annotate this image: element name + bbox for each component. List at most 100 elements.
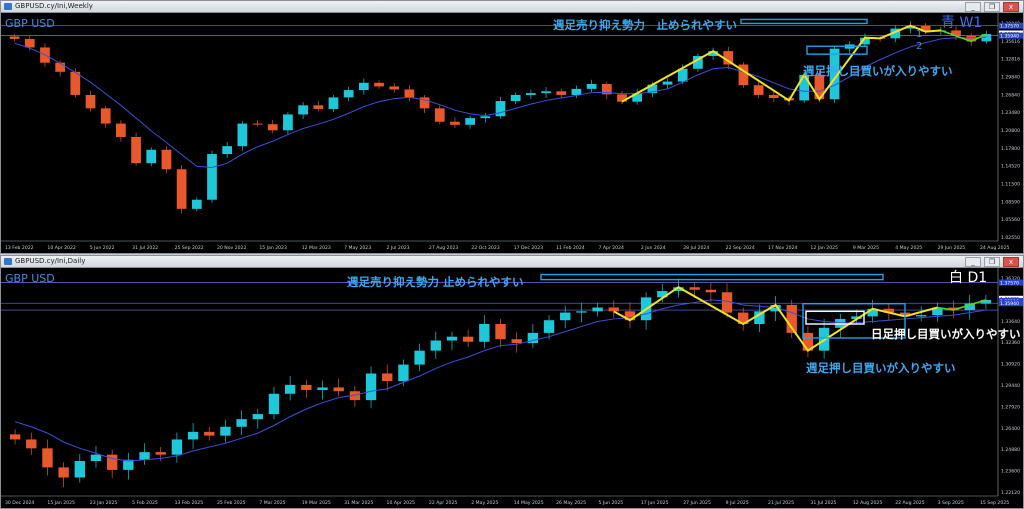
candle-body — [404, 89, 415, 98]
restore-button[interactable]: ❐ — [984, 2, 1000, 12]
x-tick-label: 31 Mar 2025 — [344, 500, 373, 506]
title-bar[interactable]: GBPUSD.cy/Ini,Weekly _ ❐ x — [1, 1, 1023, 13]
candle-body — [146, 149, 157, 164]
y-tick-label: 1.30920 — [1001, 362, 1020, 368]
support-zone-label: 週足押し目買いが入りやすい — [803, 64, 953, 78]
y-tick-label: 1.23600 — [1001, 469, 1020, 475]
candle-body — [495, 101, 506, 117]
candle-body — [510, 94, 521, 102]
y-tick-label: 1.35616 — [1001, 39, 1020, 45]
candle-body — [768, 94, 779, 99]
x-tick-label: 5 Jun 2025 — [598, 500, 623, 506]
candle-body — [236, 419, 247, 427]
candle-body — [916, 315, 927, 317]
candle-body — [446, 336, 458, 341]
candle-body — [298, 105, 308, 115]
candle-body — [382, 373, 393, 382]
resistance-zone-label: 週足売り抑え勢力 止められやすい — [347, 275, 524, 289]
candle-body — [252, 414, 263, 420]
daily-support-label: 日足押し目買いが入りやすい — [871, 327, 1021, 341]
x-tick-label: 29 Jun 2025 — [938, 245, 966, 251]
resistance-zone — [540, 273, 884, 281]
candle-body — [753, 85, 764, 95]
x-tick-label: 30 Dec 2024 — [5, 500, 34, 506]
symbol-label: GBP USD — [5, 272, 55, 285]
candle-body — [495, 324, 506, 340]
daily-price-plot[interactable]: 1.363201.348801.336401.323601.309201.294… — [1, 268, 1023, 508]
zigzag-recent-line — [937, 299, 987, 311]
x-tick-label: 12 Mar 2023 — [302, 245, 331, 251]
timeframe-label: 青 W1 — [941, 15, 982, 31]
resistance-zone-label: 週足売り抑え勢力 止められやすい — [553, 18, 737, 32]
y-tick-label: 1.22120 — [1001, 490, 1020, 496]
x-tick-label: 26 May 2025 — [556, 500, 586, 506]
candle-body — [462, 336, 474, 342]
x-tick-label: 17 Jun 2025 — [641, 500, 669, 506]
x-tick-label: 7 May 2023 — [344, 245, 371, 251]
candle-body — [450, 121, 460, 125]
y-tick-label: 1.33640 — [1001, 319, 1020, 325]
candle-body — [90, 454, 102, 462]
window-title: GBPUSD.cy/Ini,Daily — [15, 257, 86, 265]
x-tick-label: 3 Sep 2025 — [938, 500, 964, 506]
weekly-price-plot[interactable]: 1.380401.356161.328161.298401.268401.234… — [1, 13, 1023, 253]
candle-body — [155, 452, 166, 455]
x-tick-label: 15 Sep 2025 — [980, 500, 1009, 506]
weekly-chart-window[interactable]: GBPUSD.cy/Ini,Weekly _ ❐ x 1.380401.3561… — [0, 0, 1024, 254]
candle-body — [526, 93, 536, 95]
x-tick-label: 22 Sep 2024 — [726, 245, 755, 251]
candle-body — [465, 118, 475, 125]
x-tick-label: 7 Apr 2024 — [598, 245, 624, 251]
candle-body — [317, 387, 328, 390]
y-tick-label: 1.26400 — [1001, 426, 1020, 432]
candle-body — [541, 91, 551, 94]
x-tick-label: 25 Sep 2022 — [175, 245, 204, 251]
y-tick-label: 1.32816 — [1001, 57, 1020, 63]
y-tick-label: 1.14520 — [1001, 164, 1020, 170]
candle-body — [161, 149, 172, 170]
level-marker-1: 1 — [916, 29, 922, 40]
candle-body — [586, 83, 597, 89]
candle-body — [398, 364, 409, 382]
candle-body — [26, 439, 37, 449]
candle-body — [560, 312, 571, 321]
x-tick-label: 10 Apr 2022 — [47, 245, 75, 251]
x-tick-label: 2 Jun 2024 — [641, 245, 666, 251]
title-bar[interactable]: GBPUSD.cy/Ini,Daily _ ❐ x — [1, 256, 1023, 268]
candle-body — [284, 384, 296, 394]
x-tick-label: 21 Jul 2025 — [768, 500, 794, 506]
x-tick-label: 2 Jul 2023 — [387, 245, 410, 251]
candle-body — [220, 426, 231, 436]
candle-body — [42, 448, 53, 468]
x-tick-label: 5 Jun 2022 — [90, 245, 115, 251]
x-tick-label: 31 Jul 2022 — [132, 245, 158, 251]
y-tick-label: 1.08590 — [1001, 199, 1020, 205]
candle-body — [283, 114, 293, 131]
x-tick-label: 19 Mar 2025 — [302, 500, 331, 506]
candle-body — [608, 307, 619, 312]
candle-body — [58, 467, 69, 478]
y-tick-label: 1.23480 — [1001, 110, 1020, 116]
daily-chart-window[interactable]: GBPUSD.cy/Ini,Daily _ ❐ x 1.363201.34880… — [0, 255, 1024, 509]
candle-body — [187, 431, 199, 440]
x-tick-label: 11 Feb 2024 — [556, 245, 585, 251]
close-button[interactable]: x — [1003, 2, 1019, 12]
x-tick-label: 25 Feb 2025 — [217, 500, 246, 506]
close-button[interactable]: x — [1003, 257, 1019, 267]
x-tick-label: 2 May 2025 — [471, 500, 498, 506]
x-tick-label: 12 Jan 2025 — [810, 245, 838, 251]
minimize-button[interactable]: _ — [965, 2, 981, 12]
y-tick-label: 1.17800 — [1001, 146, 1020, 152]
level-marker-2: 2 — [916, 41, 922, 52]
x-tick-label: 23 Jan 2025 — [90, 500, 118, 506]
minimize-button[interactable]: _ — [965, 257, 981, 267]
candle-body — [139, 452, 150, 460]
y-tick-label: 1.29840 — [1001, 75, 1020, 81]
restore-button[interactable]: ❐ — [984, 257, 1000, 267]
candle-body — [343, 90, 354, 98]
candle-body — [434, 108, 445, 122]
candle-body — [479, 324, 490, 342]
x-tick-label: 28 Jul 2024 — [683, 245, 709, 251]
candle-body — [176, 169, 187, 209]
candle-body — [268, 393, 280, 415]
